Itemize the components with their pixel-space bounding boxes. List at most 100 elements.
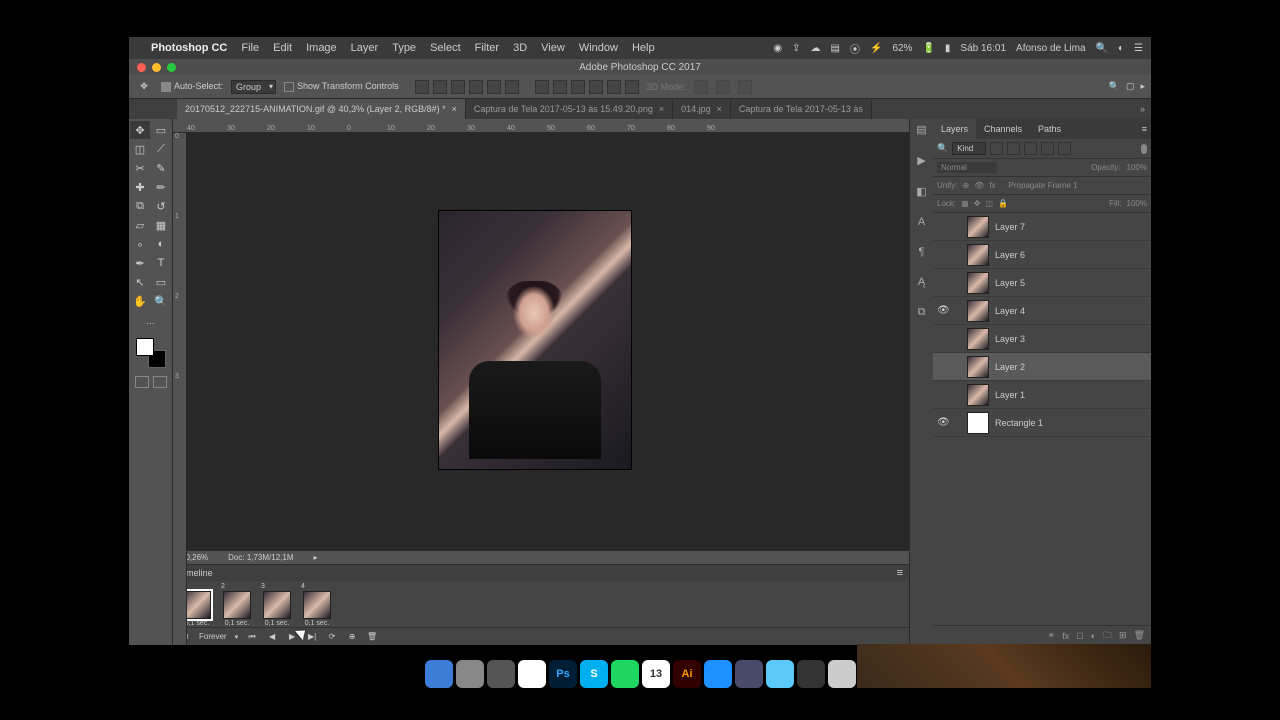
minimize-window-button[interactable] — [152, 63, 161, 72]
menu-image[interactable]: Image — [306, 42, 337, 54]
align-top-icon[interactable] — [415, 80, 429, 94]
libraries-icon[interactable]: ⧉ — [918, 306, 926, 319]
close-tab-icon[interactable]: × — [659, 104, 664, 114]
lock-all-icon[interactable]: 🔒 — [998, 199, 1008, 208]
doc-tab-2[interactable]: 014.jpg× — [673, 99, 731, 119]
first-frame-button[interactable]: ⏮ — [246, 632, 258, 642]
dock-app[interactable] — [456, 660, 484, 688]
dock-app[interactable]: Ai — [673, 660, 701, 688]
marquee-tool[interactable]: ◫ — [130, 140, 150, 158]
layer-thumbnail[interactable] — [967, 412, 989, 434]
filter-pixel-icon[interactable] — [990, 142, 1003, 155]
dock-app[interactable] — [797, 660, 825, 688]
play-button[interactable]: ▶ — [286, 632, 298, 641]
unify-position-icon[interactable]: ⊕ — [962, 181, 969, 190]
eraser-tool[interactable]: ▱ — [130, 216, 150, 234]
workspace-menu-icon[interactable]: ▸ — [1140, 81, 1145, 92]
unify-visibility-icon[interactable]: 👁 — [974, 181, 984, 190]
notif-icon[interactable]: ▤ — [831, 43, 840, 54]
filter-search-icon[interactable]: 🔍 — [937, 143, 948, 154]
layer-thumbnail[interactable] — [967, 216, 989, 238]
dock-app[interactable] — [425, 660, 453, 688]
menu-select[interactable]: Select — [430, 42, 461, 54]
notification-center-icon[interactable]: ☰ — [1134, 43, 1143, 54]
delete-layer-icon[interactable]: 🗑 — [1134, 630, 1145, 641]
menu-3d[interactable]: 3D — [513, 42, 527, 54]
layer-thumbnail[interactable] — [967, 300, 989, 322]
dock-app[interactable] — [828, 660, 856, 688]
ruler-vertical[interactable]: 0123 — [173, 133, 187, 645]
layer-row[interactable]: Layer 7 — [933, 213, 1151, 241]
layer-thumbnail[interactable] — [967, 244, 989, 266]
ruler-horizontal[interactable]: 403020100102030405060708090 — [173, 119, 909, 133]
pen-tool[interactable]: ✒ — [130, 254, 150, 272]
document-image[interactable] — [439, 211, 631, 469]
layer-thumbnail[interactable] — [967, 272, 989, 294]
search-icon[interactable]: 🔍 — [1109, 81, 1120, 92]
color-swatches[interactable] — [136, 338, 166, 368]
filter-toggle[interactable] — [1141, 144, 1147, 154]
edit-toolbar[interactable]: ⋯ — [141, 314, 161, 332]
align-vcenter-icon[interactable] — [433, 80, 447, 94]
panel-menu-icon[interactable]: ≡ — [1138, 124, 1151, 134]
adjustment-layer-icon[interactable]: ◐ — [1091, 631, 1096, 641]
doc-tab-0[interactable]: 20170512_222715-ANIMATION.gif @ 40,3% (L… — [177, 99, 466, 119]
loop-select[interactable]: Forever — [199, 632, 227, 641]
layer-thumbnail[interactable] — [967, 356, 989, 378]
tween-button[interactable]: ⟳ — [326, 632, 338, 641]
auto-select-checkbox[interactable] — [161, 82, 171, 92]
layer-row[interactable]: 👁 Rectangle 1 — [933, 409, 1151, 437]
dock-app[interactable]: 13 — [642, 660, 670, 688]
distribute-hcenter-icon[interactable] — [607, 80, 621, 94]
dock-app[interactable] — [735, 660, 763, 688]
close-window-button[interactable] — [137, 63, 146, 72]
lock-artboard-icon[interactable]: ◫ — [985, 199, 993, 208]
siri-icon[interactable]: ◐ — [1118, 43, 1124, 54]
opacity-value[interactable]: 100% — [1127, 163, 1147, 172]
close-tab-icon[interactable]: × — [717, 104, 722, 114]
lasso-tool[interactable]: ⟋ — [151, 140, 171, 158]
tab-layers[interactable]: Layers — [933, 119, 976, 139]
delete-frame-button[interactable]: 🗑 — [366, 632, 378, 641]
align-right-icon[interactable] — [505, 80, 519, 94]
unify-style-icon[interactable]: fx — [989, 181, 995, 190]
layer-row[interactable]: Layer 2 — [933, 353, 1151, 381]
tab-paths[interactable]: Paths — [1030, 119, 1069, 139]
dock-app[interactable] — [766, 660, 794, 688]
dock-app[interactable] — [611, 660, 639, 688]
fill-value[interactable]: 100% — [1127, 199, 1147, 208]
standard-mode-icon[interactable] — [135, 376, 149, 388]
hand-tool[interactable]: ✋ — [130, 292, 150, 310]
quickmask-mode-icon[interactable] — [153, 376, 167, 388]
group-icon[interactable]: 🗀 — [1103, 628, 1112, 644]
filter-shape-icon[interactable] — [1041, 142, 1054, 155]
app-name[interactable]: Photoshop CC — [151, 42, 227, 54]
type-tool[interactable]: T — [151, 254, 171, 272]
menu-type[interactable]: Type — [392, 42, 416, 54]
distribute-vcenter-icon[interactable] — [553, 80, 567, 94]
zoom-window-button[interactable] — [167, 63, 176, 72]
frame-2[interactable]: 20,1 sec. — [219, 583, 255, 627]
menu-window[interactable]: Window — [579, 42, 618, 54]
layer-row[interactable]: Layer 6 — [933, 241, 1151, 269]
doc-size[interactable]: Doc: 1,73M/12,1M — [228, 553, 293, 562]
dock-app[interactable] — [487, 660, 515, 688]
eyedropper-tool[interactable]: ✎ — [151, 159, 171, 177]
wifi-icon[interactable]: ⦿ — [850, 41, 860, 56]
move-tool[interactable]: ✥ — [130, 121, 150, 139]
doc-tab-3[interactable]: Captura de Tela 2017-05-13 às — [731, 99, 872, 119]
foreground-color[interactable] — [136, 338, 154, 356]
blur-tool[interactable]: ∘ — [130, 235, 150, 253]
timeline-menu-icon[interactable]: ≡ — [897, 567, 903, 579]
dock-app[interactable] — [518, 660, 546, 688]
spotlight-icon[interactable]: 🔍 — [1096, 43, 1108, 54]
layer-thumbnail[interactable] — [967, 384, 989, 406]
record-icon[interactable]: ◉ — [773, 43, 782, 54]
align-hcenter-icon[interactable] — [487, 80, 501, 94]
tabs-overflow-icon[interactable]: » — [1134, 104, 1151, 114]
character-icon[interactable]: A — [918, 216, 925, 228]
distribute-top-icon[interactable] — [535, 80, 549, 94]
menu-edit[interactable]: Edit — [273, 42, 292, 54]
dodge-tool[interactable]: ◐ — [151, 235, 171, 253]
status-more-icon[interactable]: ▸ — [314, 553, 318, 562]
